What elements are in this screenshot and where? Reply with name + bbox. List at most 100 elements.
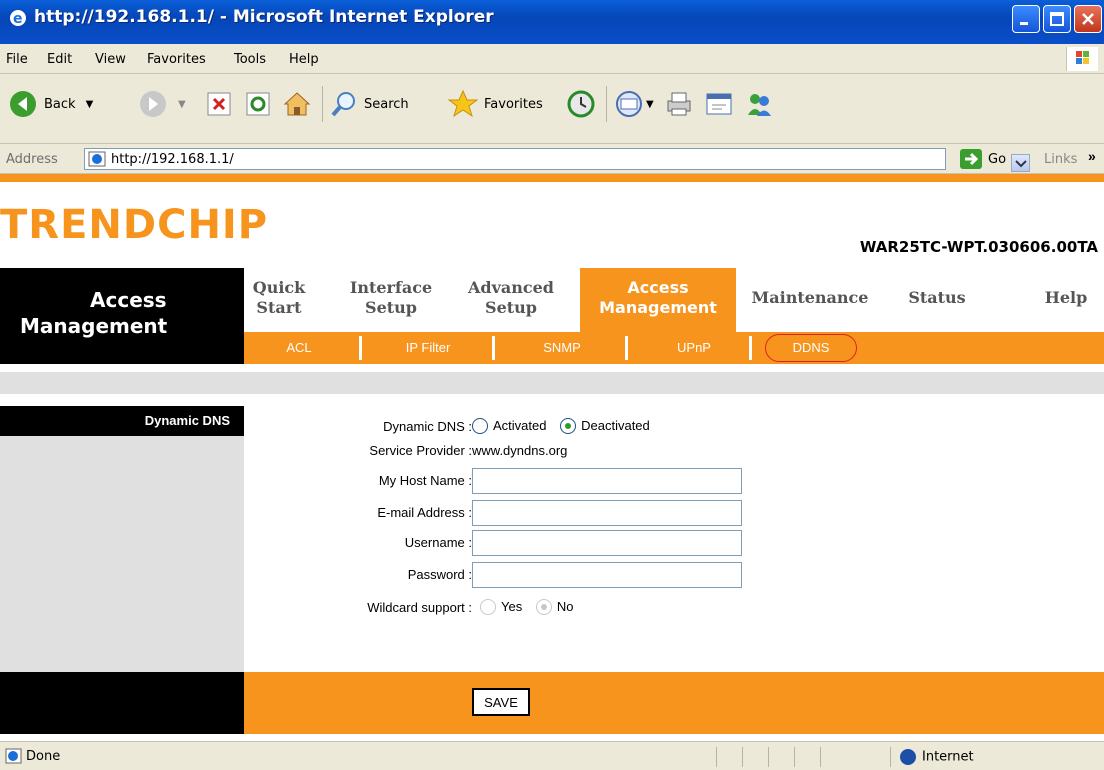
stop-icon (207, 92, 231, 116)
nav-status[interactable]: Status (892, 268, 982, 332)
zone-label: Internet (922, 749, 974, 765)
favorites-label: Favorites (484, 96, 543, 112)
back-dropdown-icon[interactable]: ▼ (86, 99, 94, 110)
subnav-ddns[interactable]: DDNS (765, 334, 857, 362)
main-nav: Quick Start Interface Setup Advanced Set… (244, 268, 1104, 332)
search-button[interactable]: Search (330, 84, 409, 124)
maximize-button[interactable] (1043, 5, 1071, 33)
subnav-snmp[interactable]: SNMP (502, 332, 622, 364)
address-input[interactable]: http://192.168.1.1/ (84, 148, 1030, 172)
nav-label: Advanced (467, 278, 554, 297)
mail-button[interactable]: ▼ (614, 84, 654, 124)
close-button[interactable] (1074, 5, 1102, 33)
status-pane-separator (716, 747, 717, 767)
status-pane-separator (820, 747, 821, 767)
nav-advanced-setup[interactable]: Advanced Setup (456, 268, 566, 332)
chevron-right-icon[interactable]: » (1088, 148, 1096, 164)
search-icon (331, 92, 355, 117)
deactivated-radio[interactable] (560, 417, 577, 434)
edit-button[interactable] (704, 84, 734, 124)
activated-label: Activated (493, 418, 547, 434)
minimize-button[interactable] (1012, 5, 1040, 33)
menu-tools[interactable]: Tools (234, 52, 266, 67)
password-input[interactable] (472, 562, 742, 588)
nav-label: Maintenance (751, 288, 869, 307)
wildcard-yes-label: Yes (501, 599, 523, 615)
subnav-acl[interactable]: ACL (244, 332, 354, 364)
nav-label: Access (627, 278, 689, 297)
refresh-button[interactable] (245, 84, 271, 124)
address-dropdown-icon[interactable] (1011, 154, 1030, 172)
status-bar: Done Internet (0, 741, 1104, 770)
menu-edit[interactable]: Edit (47, 52, 72, 67)
menu-view[interactable]: View (95, 52, 126, 67)
mail-dropdown-icon[interactable]: ▼ (646, 99, 654, 110)
print-icon (667, 92, 691, 116)
history-button[interactable] (566, 84, 596, 124)
menu-favorites[interactable]: Favorites (147, 52, 206, 67)
menu-help[interactable]: Help (289, 52, 319, 67)
subnav-separator (359, 336, 362, 360)
subnav-ip-filter[interactable]: IP Filter (368, 332, 488, 364)
host-name-input[interactable] (472, 468, 742, 494)
refresh-icon (246, 92, 270, 116)
footer-left (0, 672, 244, 734)
nav-label: Quick (252, 278, 306, 297)
toolbar-separator (322, 86, 323, 122)
wildcard-options: Yes No (472, 598, 583, 615)
forward-button[interactable]: ▼ (138, 84, 186, 124)
messenger-button[interactable] (744, 84, 774, 124)
favorites-button[interactable]: Favorites (448, 84, 543, 124)
nav-interface-setup[interactable]: Interface Setup (336, 268, 446, 332)
sidebar-panel (0, 436, 244, 672)
username-input[interactable] (472, 530, 742, 556)
brand-logo: TRENDCHIP (0, 202, 269, 248)
nav-maintenance[interactable]: Maintenance (736, 268, 884, 332)
nav-label: Setup (365, 298, 417, 317)
go-button[interactable]: Go (960, 149, 1006, 169)
close-icon (1082, 13, 1094, 25)
menu-bar: File Edit View Favorites Tools Help (0, 44, 1104, 74)
search-label: Search (364, 96, 409, 112)
subnav-upnp[interactable]: UPnP (634, 332, 754, 364)
favorites-star-icon (448, 89, 478, 118)
section-title-line2: Management (20, 314, 168, 338)
wildcard-yes-radio[interactable] (480, 598, 496, 615)
save-button[interactable]: SAVE (472, 688, 530, 716)
nav-quick-start[interactable]: Quick Start (244, 268, 314, 332)
status-pane-separator (890, 747, 891, 767)
password-row: Password : (244, 562, 1104, 588)
nav-label: Setup (485, 298, 537, 317)
back-label: Back (44, 96, 76, 112)
ddns-form: Dynamic DNS : Activated Deactivated Serv… (244, 406, 1104, 672)
back-button[interactable]: Back ▼ (8, 84, 93, 124)
host-name-label: My Host Name : (378, 473, 472, 488)
section-title-box: Access Management (0, 268, 244, 364)
stop-button[interactable] (206, 84, 232, 124)
subnav-separator (749, 336, 752, 360)
toolbar: Back ▼ ▼ Search Favorites ▼ (0, 74, 1104, 144)
nav-access-management[interactable]: Access Management (580, 268, 736, 332)
section-title-line1: Access (90, 288, 167, 312)
password-label: Password : (407, 567, 472, 582)
menu-file[interactable]: File (6, 52, 28, 67)
history-icon (567, 90, 595, 118)
nav-label: Status (908, 288, 966, 307)
links-button[interactable]: Links (1044, 152, 1077, 167)
email-input[interactable] (472, 500, 742, 526)
home-icon (283, 92, 311, 116)
sidebar-header: Dynamic DNS (0, 406, 244, 436)
print-button[interactable] (664, 84, 694, 124)
go-arrow-icon (960, 149, 982, 169)
home-button[interactable] (282, 84, 312, 124)
forward-dropdown-icon[interactable]: ▼ (178, 99, 186, 110)
dynamic-dns-label: Dynamic DNS : (383, 419, 472, 434)
ie-page-icon (88, 151, 106, 167)
nav-help[interactable]: Help (1030, 268, 1102, 332)
email-label: E-mail Address : (377, 505, 472, 520)
windows-logo-icon (1066, 47, 1098, 71)
activated-radio[interactable] (472, 417, 488, 434)
wildcard-no-radio[interactable] (535, 598, 552, 615)
model-string: WAR25TC-WPT.030606.00TA (859, 238, 1098, 256)
divider-bar (0, 372, 1104, 394)
